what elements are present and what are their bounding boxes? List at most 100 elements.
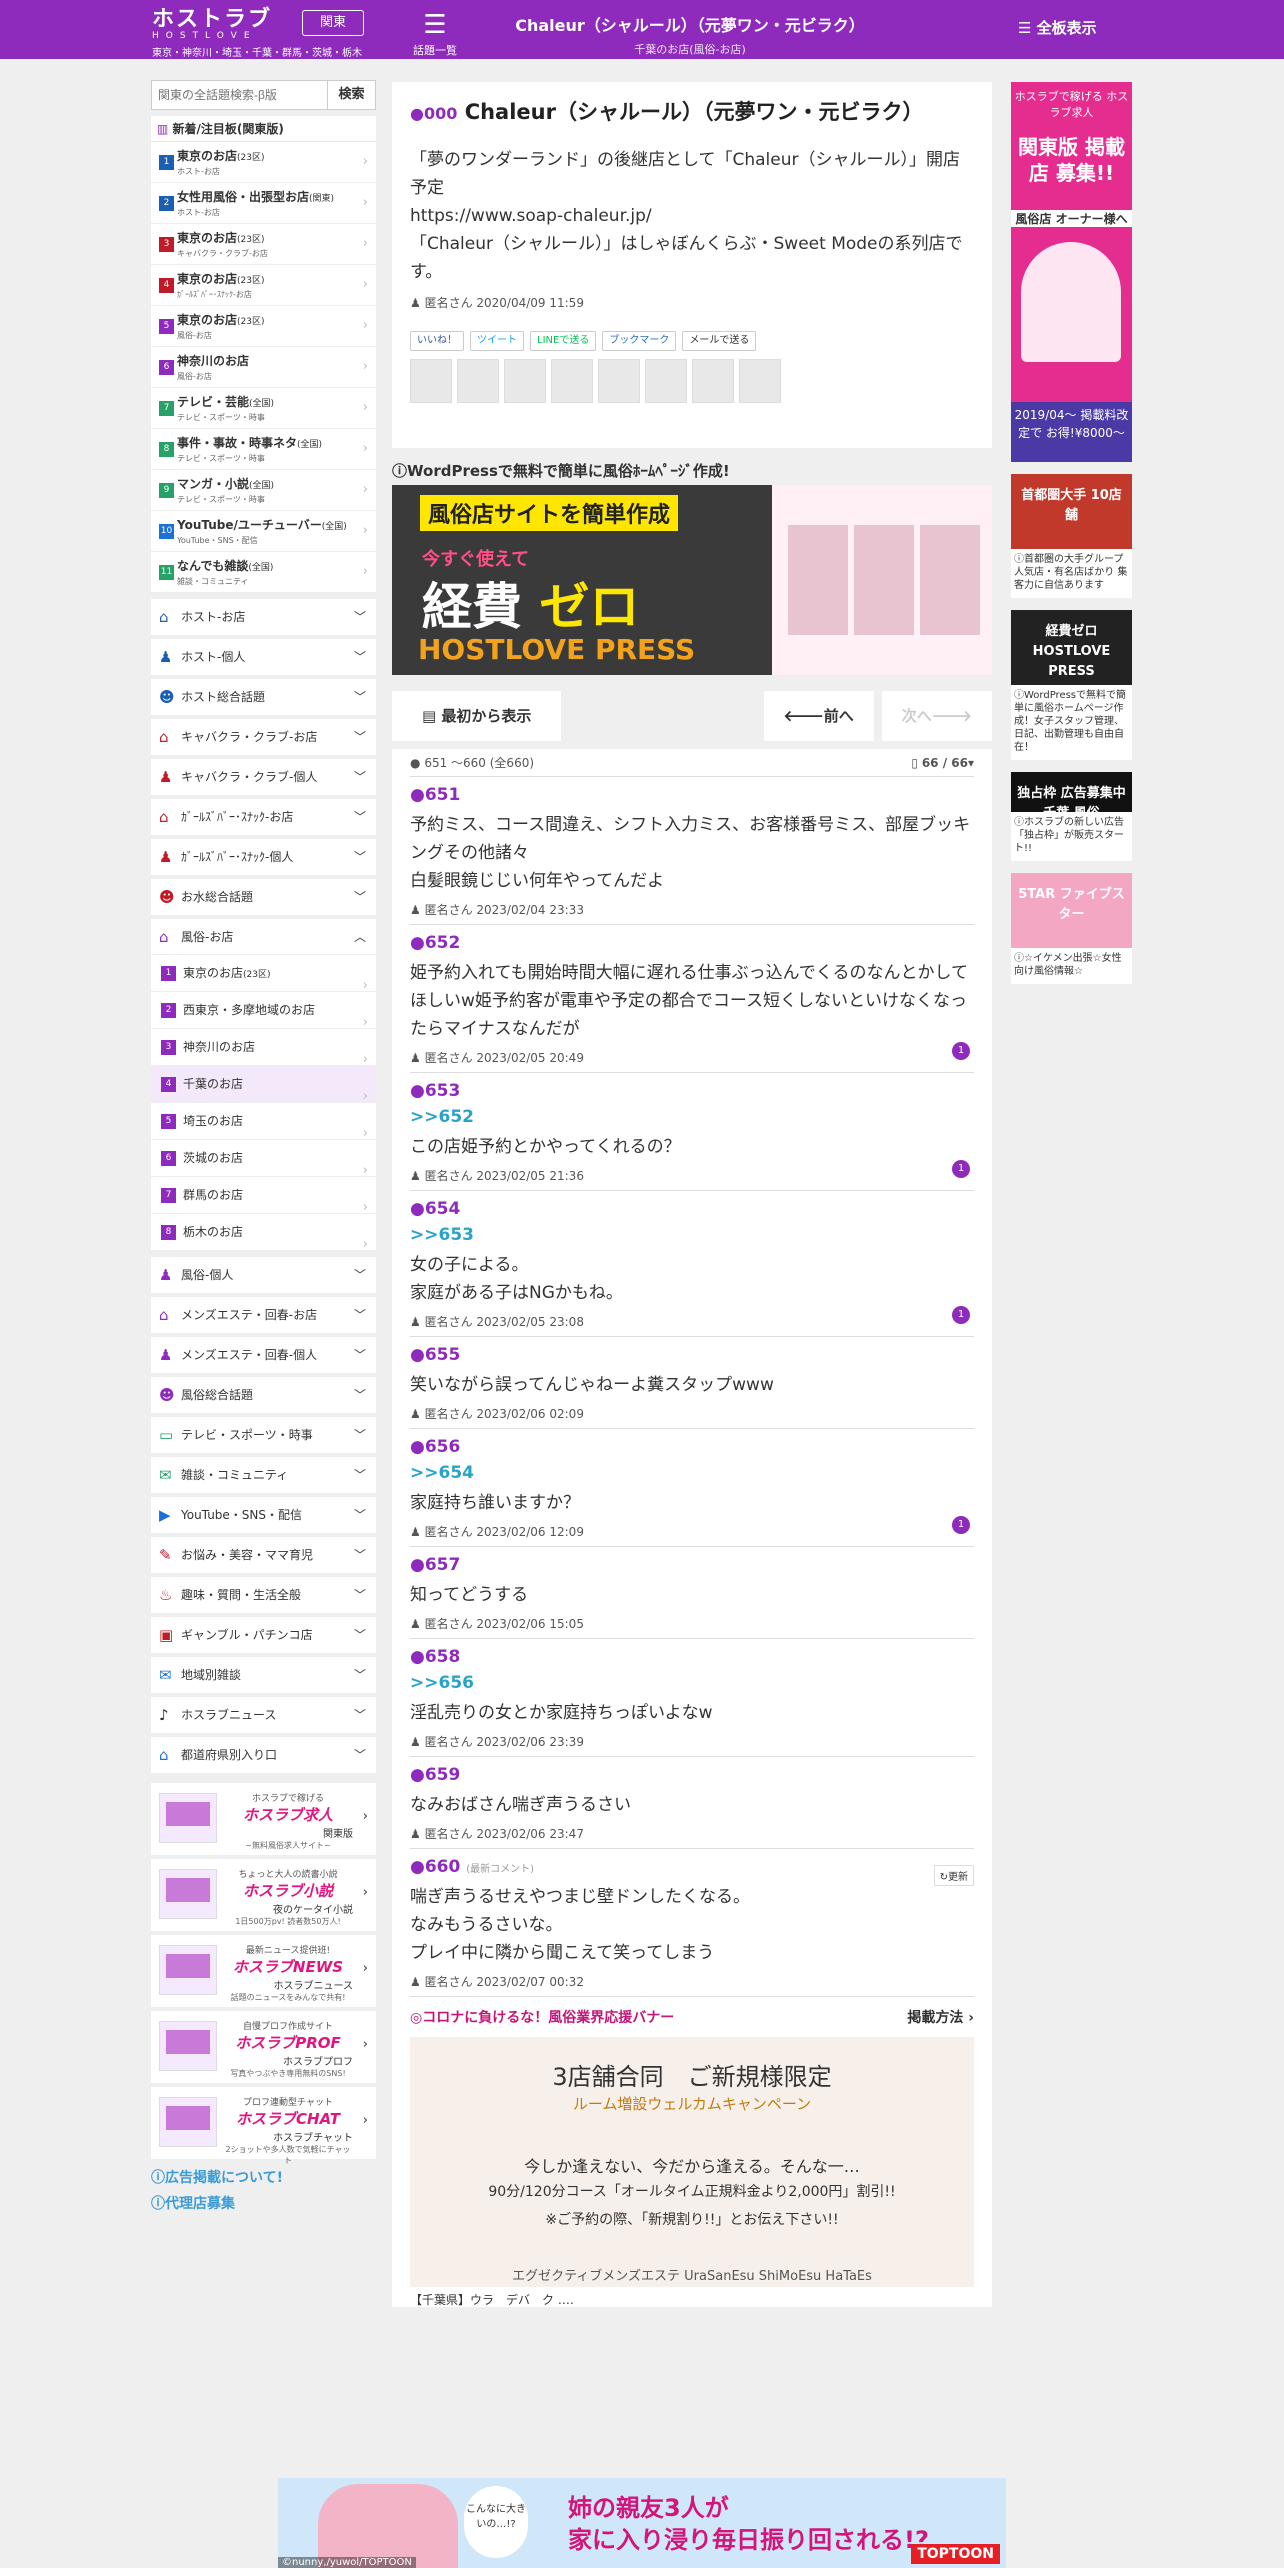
subcategory-item[interactable]: 5 埼玉のお店 ›	[151, 1103, 376, 1141]
category-item[interactable]: ☻ ホスト総合話題 ﹀	[151, 679, 376, 715]
promo-banner[interactable]: 自慢プロフ作成サイト ホスラブPROF ホスラブプロフ 写真やつぶやき専用無料のSNS…	[151, 2011, 376, 2083]
thumbnail[interactable]	[598, 359, 640, 403]
topic-list-button[interactable]: ☰ 話題一覧	[412, 8, 458, 58]
region-button[interactable]: 関東	[302, 10, 364, 36]
category-item[interactable]: ☻ 風俗総合話題 ﹀	[151, 1377, 376, 1413]
post-number[interactable]: ●653	[410, 1081, 974, 1101]
post-number[interactable]: ●660 (最新コメント)	[410, 1857, 974, 1877]
mail-share-button[interactable]: メールで送る	[682, 331, 757, 351]
side-ad[interactable]: 独占枠 広告募集中 千葉 風俗 ⓘホスラブの新しい広告「独占枠」が販売スタート!!	[1011, 772, 1132, 861]
category-fuzoku-shop[interactable]: ⌂ 風俗-お店 ︿	[151, 919, 376, 955]
recruit-ad[interactable]: ホスラブで稼げる ホスラブ求人 関東版 掲載店 募集!! 風俗店 オーナー様へ …	[1011, 82, 1132, 462]
reply-count-badge[interactable]: 1	[952, 1160, 970, 1178]
category-item[interactable]: ♟ メンズエステ・回春-個人 ﹀	[151, 1337, 376, 1373]
promo-banner[interactable]: ちょっと大人の読書小説 ホスラブ小説 夜のケータイ小説 1日500万pv! 読者数50…	[151, 1859, 376, 1931]
reply-count-badge[interactable]: 1	[952, 1516, 970, 1534]
category-item[interactable]: ⌂ メンズエステ・回春-お店 ﹀	[151, 1297, 376, 1333]
promo-banner[interactable]: プロフ連動型チャット ホスラブCHAT ホスラブチャット 2ショットや多人数で気軽にチ…	[151, 2087, 376, 2165]
category-item[interactable]: ♟ ｶﾞｰﾙｽﾞﾊﾞｰ･ｽﾅｯｸ-個人 ﹀	[151, 839, 376, 875]
new-topic-item[interactable]: 10 YouTube/ユーチューバー(全国) YouTube・SNS・配信 ›	[151, 511, 376, 552]
all-boards-button[interactable]: ☰ 全板表示	[1018, 17, 1097, 38]
promo-banner[interactable]: 最新ニュース提供班! ホスラブNEWS ホスラブニュース 話題のニュースをみんなで共有…	[151, 1935, 376, 2007]
new-topic-item[interactable]: 4 東京のお店(23区) ｶﾞｰﾙｽﾞﾊﾞｰ･ｽﾅｯｸ-お店 ›	[151, 265, 376, 306]
thumbnail[interactable]	[410, 359, 452, 403]
thumbnail[interactable]	[551, 359, 593, 403]
post-number[interactable]: ●654	[410, 1199, 974, 1219]
reply-anchor[interactable]: >>652	[410, 1107, 974, 1127]
reply-anchor[interactable]: >>653	[410, 1225, 974, 1245]
subcategory-item[interactable]: 1 東京のお店(23区) ›	[151, 955, 376, 993]
listing-method-link[interactable]: 掲載方法 ›	[907, 2007, 974, 2027]
reply-count-badge[interactable]: 1	[952, 1042, 970, 1060]
category-item[interactable]: ⌂ ｶﾞｰﾙｽﾞﾊﾞｰ･ｽﾅｯｸ-お店 ﹀	[151, 799, 376, 835]
category-item[interactable]: ✉ 雑談・コミュニティ ﹀	[151, 1457, 376, 1493]
new-topic-item[interactable]: 1 東京のお店(23区) ホスト-お店 ›	[151, 142, 376, 183]
side-ad[interactable]: 5TAR ファイブスター ⓘ☆イケメン出張☆女性向け風俗情報☆	[1011, 873, 1132, 984]
thumbnail[interactable]	[457, 359, 499, 403]
agency-link[interactable]: ⓘ代理店募集	[151, 2193, 376, 2213]
new-topic-item[interactable]: 2 女性用風俗・出張型お店(関東) ホスト-お店 ›	[151, 183, 376, 224]
line-share-button[interactable]: LINEで送る	[530, 331, 597, 351]
facebook-like-button[interactable]: いいね！	[410, 331, 464, 351]
category-item[interactable]: ♪ ホスラブニュース ﹀	[151, 1697, 376, 1733]
category-item[interactable]: ☻ お水総合話題 ﹀	[151, 879, 376, 915]
corona-ad-banner[interactable]: 3店舗合同 ご新規様限定 ルーム増設ウェルカムキャンペーン 今しか逢えない、今だ…	[410, 2037, 974, 2287]
site-logo[interactable]: ホストラブ HOSTLOVE 東京・神奈川・埼玉・千葉・群馬・茨城・栃木	[152, 9, 362, 60]
search-input[interactable]	[151, 80, 328, 110]
post-number[interactable]: ●655	[410, 1345, 974, 1365]
category-item[interactable]: ♟ 風俗-個人 ﹀	[151, 1257, 376, 1293]
ad-info-link[interactable]: ⓘ広告掲載について!	[151, 2167, 376, 2187]
page-selector[interactable]: ▯ 66 / 66▾	[911, 749, 974, 777]
thumbnail[interactable]	[739, 359, 781, 403]
prev-button[interactable]: 🡐前へ	[763, 691, 874, 741]
new-topic-item[interactable]: 9 マンガ・小説(全国) テレビ・スポーツ・時事 ›	[151, 470, 376, 511]
post-number[interactable]: ●657	[410, 1555, 974, 1575]
side-ad[interactable]: 経費ゼロ HOSTLOVE PRESS ⓘWordPressで無料で簡単に風俗ホー…	[1011, 610, 1132, 760]
new-topic-item[interactable]: 3 東京のお店(23区) キャバクラ・クラブ-お店 ›	[151, 224, 376, 265]
category-item[interactable]: ▶ YouTube・SNS・配信 ﹀	[151, 1497, 376, 1533]
reply-anchor[interactable]: >>654	[410, 1463, 974, 1483]
category-item[interactable]: ⌂ ホスト-お店 ﹀	[151, 599, 376, 635]
wp-banner[interactable]: 風俗店サイトを簡単作成 今すぐ使えて 経費 ゼロ HOSTLOVE PRESS	[392, 485, 992, 675]
category-item[interactable]: ⌂ 都道府県別入り口 ﹀	[151, 1737, 376, 1773]
category-item[interactable]: ♨ 趣味・質問・生活全般 ﹀	[151, 1577, 376, 1613]
subcategory-item[interactable]: 2 西東京・多摩地域のお店 ›	[151, 992, 376, 1030]
subcategory-item[interactable]: 6 茨城のお店 ›	[151, 1140, 376, 1178]
op-url[interactable]: https://www.soap-chaleur.jp/	[410, 202, 974, 230]
subcategory-item[interactable]: 3 神奈川のお店 ›	[151, 1029, 376, 1067]
category-item[interactable]: ♟ キャバクラ・クラブ-個人 ﹀	[151, 759, 376, 795]
search-button[interactable]: 検索	[328, 80, 376, 110]
new-topic-item[interactable]: 11 なんでも雑談(全国) 雑談・コミュニティ ›	[151, 552, 376, 593]
category-item[interactable]: ♟ ホスト-個人 ﹀	[151, 639, 376, 675]
thumbnail[interactable]	[504, 359, 546, 403]
subcategory-item[interactable]: 7 群馬のお店 ›	[151, 1177, 376, 1215]
category-item[interactable]: ✉ 地域別雑談 ﹀	[151, 1657, 376, 1693]
next-button[interactable]: 次へ🡒	[881, 691, 992, 741]
post-number[interactable]: ●656	[410, 1437, 974, 1457]
post-number[interactable]: ●659	[410, 1765, 974, 1785]
category-item[interactable]: ▣ ギャンブル・パチンコ店 ﹀	[151, 1617, 376, 1653]
post-number[interactable]: ●651	[410, 785, 974, 805]
category-item[interactable]: ⌂ キャバクラ・クラブ-お店 ﹀	[151, 719, 376, 755]
category-item[interactable]: ▭ テレビ・スポーツ・時事 ﹀	[151, 1417, 376, 1453]
thumbnail[interactable]	[692, 359, 734, 403]
refresh-button[interactable]: ↻更新	[933, 1865, 974, 1886]
promo-banner[interactable]: ホスラブで稼げる ホスラブ求人 関東版 ~無料風俗求人サイト~ ›	[151, 1783, 376, 1855]
show-from-first-button[interactable]: ▤ 最初から表示	[392, 691, 562, 741]
reply-anchor[interactable]: >>656	[410, 1673, 974, 1693]
subcategory-item[interactable]: 4 千葉のお店 ›	[151, 1066, 376, 1104]
new-topic-item[interactable]: 5 東京のお店(23区) 風俗-お店 ›	[151, 306, 376, 347]
new-topic-item[interactable]: 7 テレビ・芸能(全国) テレビ・スポーツ・時事 ›	[151, 388, 376, 429]
post-number[interactable]: ●652	[410, 933, 974, 953]
thumbnail[interactable]	[645, 359, 687, 403]
side-ad[interactable]: 首都圏大手 10店舗 ⓘ首都圏の大手グループ 人気店・有名店ばかり 集客力に自信あ…	[1011, 474, 1132, 598]
subcategory-item[interactable]: 8 栃木のお店 ›	[151, 1214, 376, 1252]
post-number[interactable]: ●658	[410, 1647, 974, 1667]
new-topic-item[interactable]: 8 事件・事故・時事ネタ(全国) テレビ・スポーツ・時事 ›	[151, 429, 376, 470]
category-item[interactable]: ✎ お悩み・美容・ママ育児 ﹀	[151, 1537, 376, 1573]
tweet-button[interactable]: ツイート	[470, 331, 524, 351]
new-topic-item[interactable]: 6 神奈川のお店 風俗-お店 ›	[151, 347, 376, 388]
bookmark-button[interactable]: ブックマーク	[602, 331, 677, 351]
bottom-ad[interactable]: こんなに大きいの…!? 姉の親友3人が 家に入り浸り毎日振り回される!? TOP…	[278, 2478, 1006, 2568]
reply-count-badge[interactable]: 1	[952, 1306, 970, 1324]
